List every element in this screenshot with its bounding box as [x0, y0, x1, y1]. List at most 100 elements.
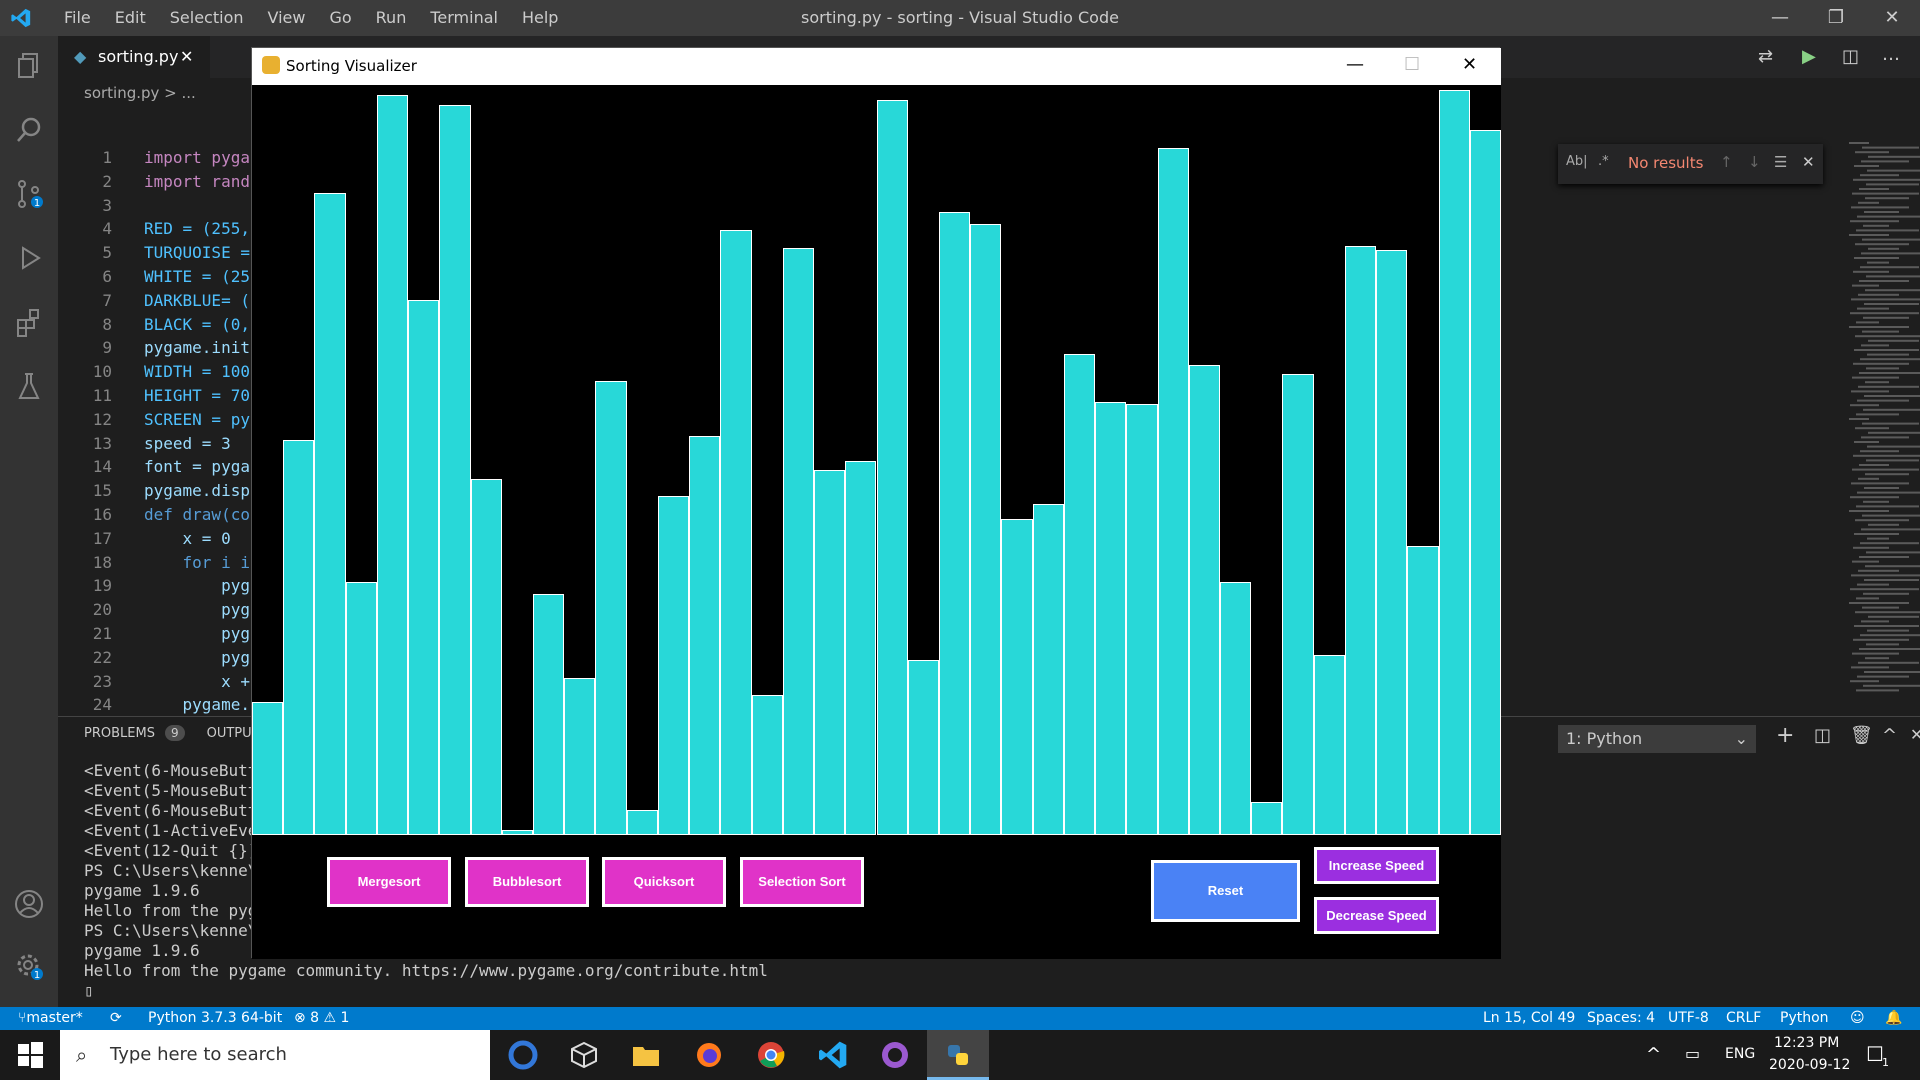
- clock-time[interactable]: 12:23 PM: [1774, 1035, 1839, 1051]
- restore-button[interactable]: ❐: [1808, 0, 1864, 36]
- clock-date[interactable]: 2020-09-12: [1769, 1057, 1850, 1073]
- terminal-line: Hello from the pygame community. https:/…: [84, 961, 768, 980]
- battery-icon[interactable]: ▭: [1685, 1044, 1700, 1063]
- python-interpreter[interactable]: Python 3.7.3 64-bit: [148, 1007, 282, 1030]
- explorer-icon[interactable]: [13, 50, 45, 82]
- taskbar-search-box[interactable]: ⌕ Type here to search: [60, 1030, 490, 1080]
- indentation[interactable]: Spaces: 4: [1587, 1007, 1655, 1030]
- close-find-icon[interactable]: ✕: [1802, 153, 1815, 171]
- branch-status[interactable]: ⑂ master*: [18, 1007, 83, 1030]
- python-file-icon: ◆: [74, 47, 87, 66]
- tab-problems[interactable]: PROBLEMS: [84, 726, 155, 741]
- 3d-box-icon[interactable]: [568, 1039, 600, 1071]
- end-of-line[interactable]: CRLF: [1726, 1007, 1761, 1030]
- line-text: x = 0: [144, 528, 231, 548]
- tab-output[interactable]: OUTPU: [207, 726, 252, 741]
- minimap-line: [1863, 500, 1889, 503]
- minimap-line: [1862, 514, 1920, 517]
- bubblesort-button[interactable]: Bubblesort: [465, 857, 589, 907]
- split-terminal-icon[interactable]: ◫: [1814, 725, 1831, 746]
- new-terminal-icon[interactable]: +: [1776, 723, 1794, 748]
- encoding[interactable]: UTF-8: [1668, 1007, 1709, 1030]
- problems-status[interactable]: ⊗ 8 ⚠ 1: [294, 1007, 349, 1030]
- menu-run[interactable]: Run: [364, 0, 419, 36]
- github-desktop-icon[interactable]: [879, 1039, 911, 1071]
- feedback-icon[interactable]: ☺: [1850, 1007, 1865, 1030]
- sort-bar: [533, 594, 565, 835]
- input-language[interactable]: ENG: [1725, 1046, 1755, 1062]
- extensions-icon[interactable]: [13, 306, 45, 338]
- edge-icon[interactable]: [507, 1039, 539, 1071]
- minimap-line: [1867, 353, 1909, 356]
- match-case-icon[interactable]: Ab|: [1566, 154, 1588, 169]
- next-match-icon[interactable]: ↓: [1748, 153, 1761, 171]
- sort-bar: [1251, 802, 1283, 835]
- minimize-button[interactable]: —: [1752, 0, 1808, 36]
- pygame-maximize-button[interactable]: ☐: [1404, 54, 1420, 75]
- quicksort-button[interactable]: Quicksort: [602, 857, 726, 907]
- minimap-line: [1862, 330, 1899, 333]
- notifications-bell-icon[interactable]: 🔔: [1885, 1007, 1902, 1030]
- line-number: 10: [92, 362, 112, 382]
- previous-match-icon[interactable]: ↑: [1720, 153, 1733, 171]
- increase-speed-button[interactable]: Increase Speed: [1314, 847, 1439, 884]
- menu-file[interactable]: File: [52, 0, 103, 36]
- minimap[interactable]: [1841, 142, 1920, 702]
- minimap-line: [1849, 326, 1909, 328]
- accounts-icon[interactable]: [13, 888, 45, 920]
- run-debug-icon[interactable]: [13, 242, 45, 274]
- breadcrumb[interactable]: sorting.py > ...: [84, 84, 196, 102]
- sort-bar: [252, 702, 284, 835]
- cursor-position[interactable]: Ln 15, Col 49: [1483, 1007, 1575, 1030]
- menu-edit[interactable]: Edit: [103, 0, 158, 36]
- sort-bar: [845, 461, 877, 835]
- file-explorer-icon[interactable]: [630, 1039, 662, 1071]
- source-control-toggle-icon[interactable]: ⇄: [1758, 46, 1773, 67]
- source-control-icon[interactable]: 1: [13, 178, 45, 210]
- mergesort-button[interactable]: Mergesort: [327, 857, 451, 907]
- close-button[interactable]: ✕: [1864, 0, 1920, 36]
- close-tab-icon[interactable]: ✕: [180, 36, 193, 78]
- kill-terminal-icon[interactable]: 🗑: [1850, 725, 1873, 746]
- selection-sort-button[interactable]: Selection Sort: [740, 857, 864, 907]
- pygame-minimize-button[interactable]: —: [1346, 54, 1364, 75]
- regex-icon[interactable]: .*: [1598, 154, 1609, 169]
- settings-gear-icon[interactable]: 1: [13, 950, 45, 982]
- tab-sorting-py[interactable]: ◆ sorting.py ✕: [58, 36, 210, 78]
- code-line: 18 for i i: [58, 553, 258, 577]
- maximize-panel-icon[interactable]: ^: [1882, 725, 1897, 746]
- menu-view[interactable]: View: [256, 0, 318, 36]
- tray-chevron-icon[interactable]: ^: [1646, 1044, 1661, 1065]
- sort-bar: [657, 496, 690, 835]
- pygame-taskbar-active[interactable]: [927, 1030, 989, 1080]
- sort-bar: [720, 230, 752, 835]
- menu-go[interactable]: Go: [317, 0, 363, 36]
- vscode-taskbar-icon[interactable]: [817, 1039, 849, 1071]
- minimap-line: [1855, 427, 1889, 430]
- run-file-icon[interactable]: ▶: [1802, 46, 1816, 67]
- sorting-canvas[interactable]: Mergesort Bubblesort Quicksort Selection…: [252, 85, 1501, 959]
- language-mode[interactable]: Python: [1780, 1007, 1829, 1030]
- pygame-close-button[interactable]: ✕: [1462, 54, 1477, 75]
- terminal-select[interactable]: 1: Python ⌄: [1558, 725, 1756, 753]
- chrome-icon[interactable]: [755, 1039, 787, 1071]
- find-in-selection-icon[interactable]: ☰: [1774, 153, 1787, 171]
- more-actions-icon[interactable]: …: [1882, 44, 1900, 65]
- decrease-speed-button[interactable]: Decrease Speed: [1314, 897, 1439, 934]
- chevron-down-icon: ⌄: [1734, 729, 1748, 748]
- split-editor-icon[interactable]: ◫: [1842, 46, 1859, 67]
- menu-help[interactable]: Help: [510, 0, 570, 36]
- menu-terminal[interactable]: Terminal: [418, 0, 510, 36]
- sort-bar: [345, 582, 377, 835]
- reset-button[interactable]: Reset: [1151, 860, 1300, 922]
- windows-start-icon[interactable]: [14, 1039, 46, 1071]
- testing-flask-icon[interactable]: [13, 370, 45, 402]
- minimap-line: [1863, 592, 1909, 595]
- sync-icon[interactable]: ⟳: [110, 1007, 122, 1030]
- search-icon[interactable]: [13, 114, 45, 146]
- pygame-window-title: Sorting Visualizer: [286, 57, 417, 75]
- close-panel-icon[interactable]: ✕: [1910, 725, 1920, 744]
- firefox-icon[interactable]: [693, 1039, 725, 1071]
- menu-selection[interactable]: Selection: [158, 0, 256, 36]
- minimap-line: [1863, 684, 1920, 687]
